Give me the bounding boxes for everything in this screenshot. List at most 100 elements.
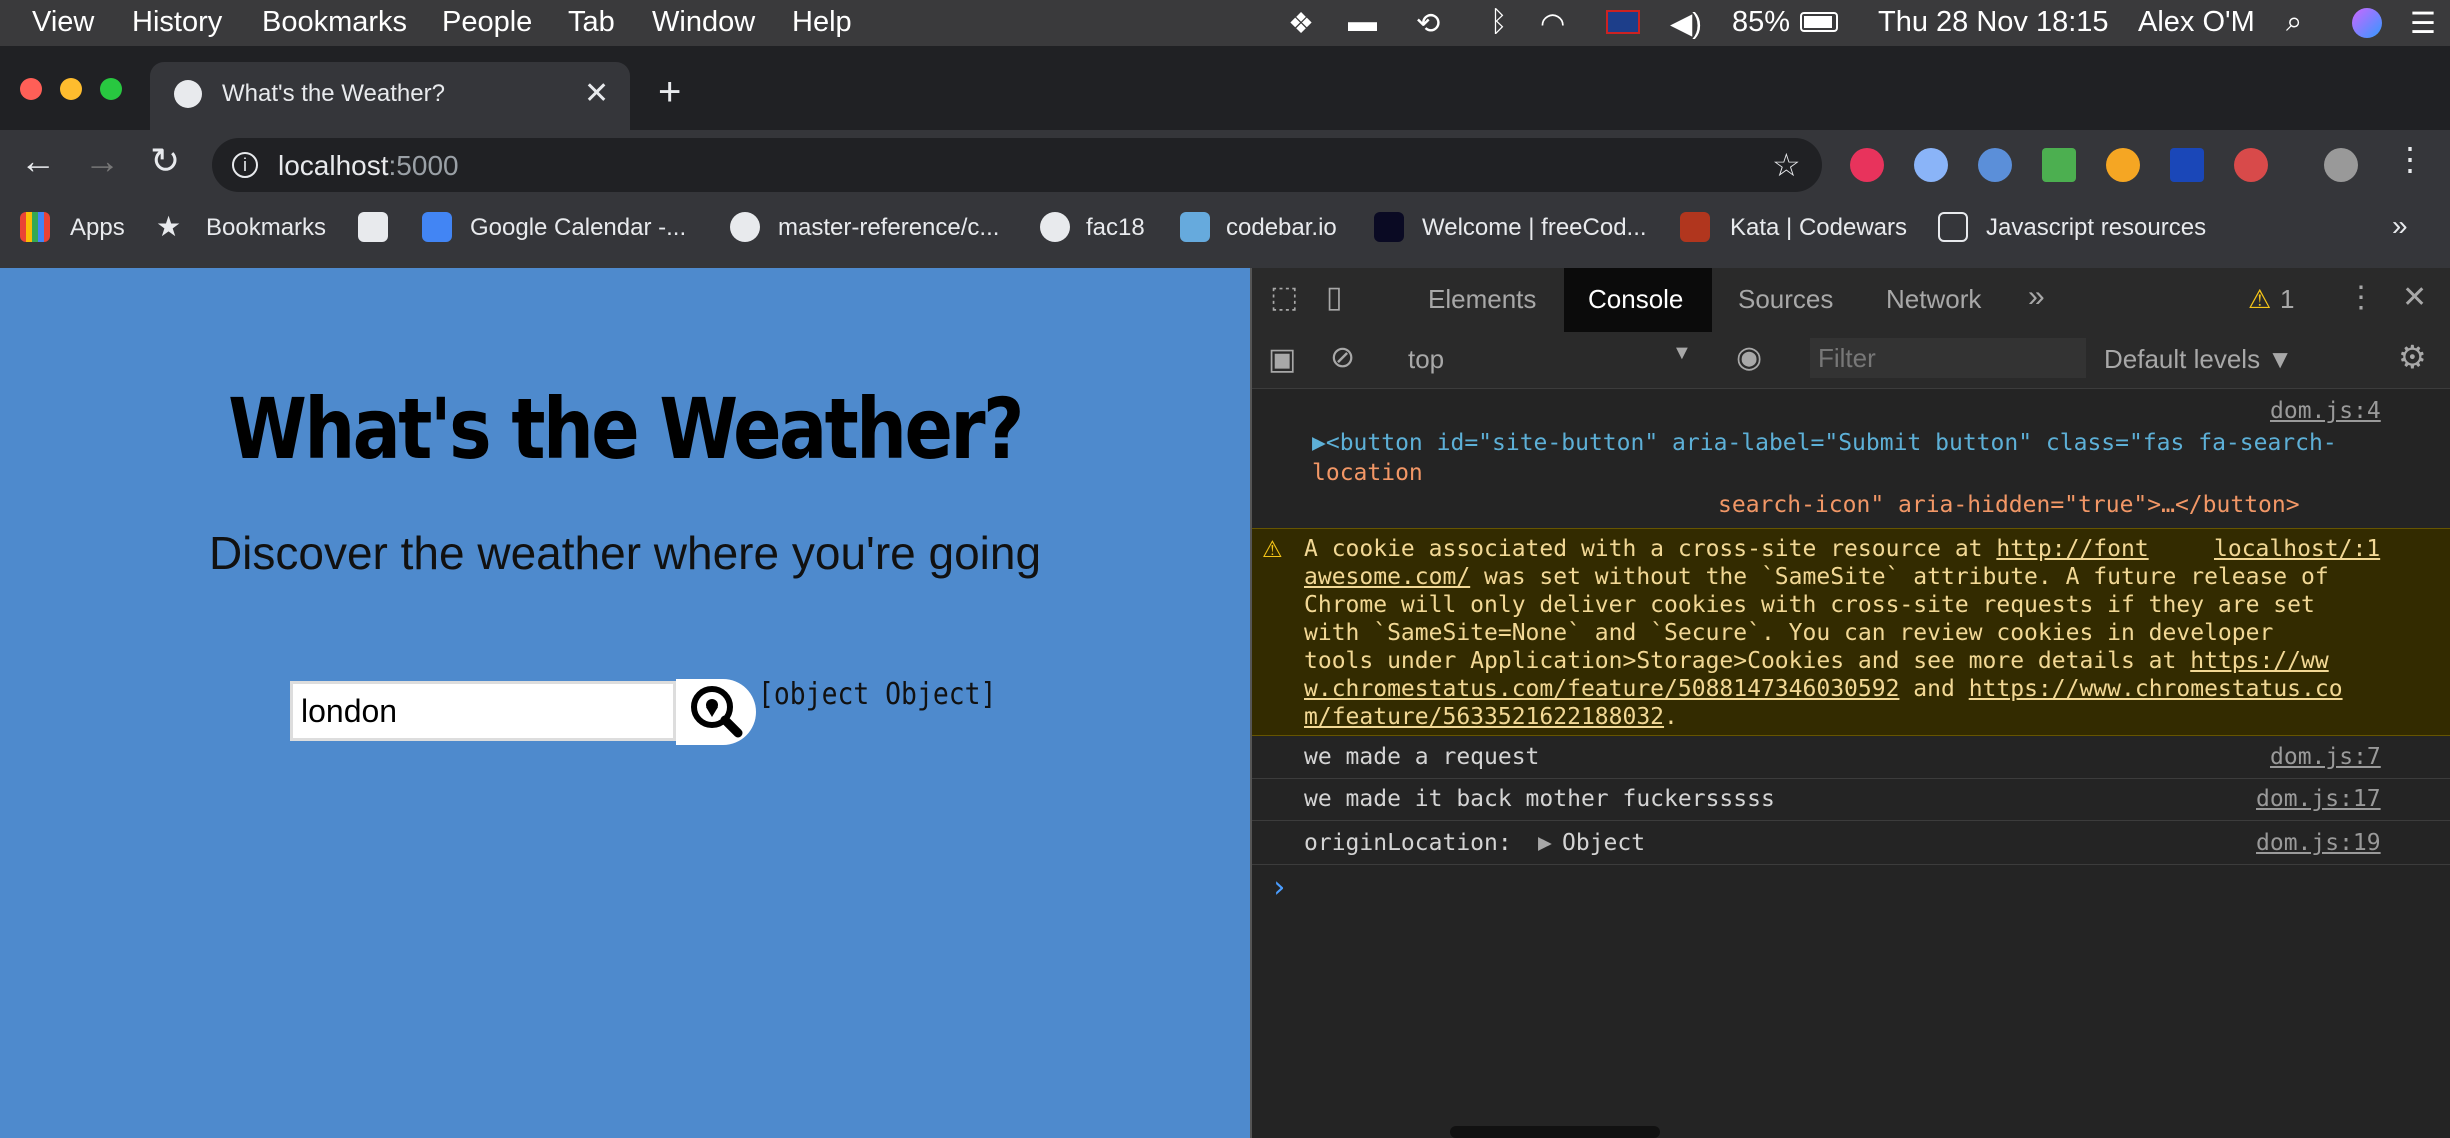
eye-icon[interactable]: ◉ — [1736, 340, 1762, 375]
bookmark-google-calendar[interactable]: Google Calendar -... — [470, 214, 686, 242]
tab-elements[interactable]: Elements — [1428, 284, 1536, 315]
github-icon — [730, 212, 760, 242]
bookmark-master-reference[interactable]: master-reference/c... — [778, 214, 999, 242]
console-filter-input[interactable]: Filter — [1810, 338, 2086, 378]
warning-text: was set without the `SameSite` attribute… — [1470, 564, 2329, 590]
user-name[interactable]: Alex O'M — [2138, 6, 2255, 39]
warning-icon[interactable]: ⚠ — [2248, 284, 2271, 315]
log-source-link[interactable]: dom.js:19 — [2256, 830, 2381, 856]
expand-triangle-icon[interactable]: ▶ — [1538, 830, 1552, 856]
globe-icon — [174, 80, 202, 108]
menu-help[interactable]: Help — [792, 6, 852, 39]
warning-link[interactable]: w.chromestatus.com/feature/5088147346030… — [1304, 676, 1899, 702]
spotlight-icon[interactable]: ⌕ — [2286, 6, 2302, 39]
menu-tab[interactable]: Tab — [568, 6, 615, 39]
battery-icon[interactable] — [1800, 12, 1838, 32]
page-title: What's the Weather? — [228, 380, 1024, 478]
extension-icon-1[interactable] — [1850, 148, 1884, 182]
gmail-icon[interactable] — [358, 212, 388, 242]
back-arrow-icon[interactable]: ← — [20, 140, 56, 182]
warning-line: Chrome will only deliver cookies with cr… — [1304, 592, 2315, 618]
menu-window[interactable]: Window — [652, 6, 755, 39]
console-prompt[interactable]: › — [1270, 870, 1288, 905]
element-log-line[interactable]: ▶<button id="site-button" aria-label="Su… — [1312, 430, 2337, 456]
log-source-link[interactable]: localhost/:1 — [2214, 536, 2380, 562]
tab-console[interactable]: Console — [1588, 284, 1683, 315]
log-object[interactable]: Object — [1562, 830, 1645, 856]
forward-arrow-icon[interactable]: → — [84, 140, 120, 182]
display-icon[interactable]: ▬ — [1348, 6, 1377, 39]
result-text: [object Object] — [758, 677, 997, 712]
bookmark-star-icon[interactable]: ☆ — [1772, 146, 1801, 184]
bookmark-codewars[interactable]: Kata | Codewars — [1730, 214, 1907, 242]
extension-icon-4[interactable] — [2042, 148, 2076, 182]
log-source-link[interactable]: dom.js:4 — [2270, 398, 2381, 424]
new-tab-button[interactable]: + — [658, 70, 681, 115]
extension-icon-6[interactable] — [2170, 148, 2204, 182]
clock[interactable]: Thu 28 Nov 18:15 — [1878, 6, 2109, 39]
minimize-window-button[interactable] — [60, 78, 82, 100]
more-tabs-icon[interactable]: » — [2028, 280, 2045, 314]
bookmark-javascript-resources[interactable]: Javascript resources — [1986, 214, 2206, 242]
notification-center-icon[interactable]: ☰ — [2410, 6, 2436, 41]
info-icon[interactable]: i — [232, 152, 258, 178]
bookmark-fac18[interactable]: fac18 — [1086, 214, 1145, 242]
sidebar-toggle-icon[interactable]: ▣ — [1268, 342, 1296, 377]
bookmark-apps[interactable]: Apps — [70, 214, 125, 242]
tab-network[interactable]: Network — [1886, 284, 1981, 315]
log-source-link[interactable]: dom.js:7 — [2270, 744, 2381, 770]
warning-link[interactable]: https://www.chromestatus.co — [1969, 676, 2343, 702]
warning-line: awesome.com/ was set without the `SameSi… — [1304, 564, 2329, 590]
time-machine-icon[interactable]: ⟲ — [1416, 6, 1440, 41]
chevron-more-icon[interactable]: » — [2392, 210, 2408, 242]
log-source-link[interactable]: dom.js:17 — [2256, 786, 2381, 812]
wifi-icon[interactable]: ◠ — [1540, 6, 1565, 41]
more-vert-icon[interactable]: ⋮ — [2394, 140, 2426, 178]
tab-sources[interactable]: Sources — [1738, 284, 1833, 315]
github-icon — [1040, 212, 1070, 242]
warning-link[interactable]: m/feature/5633521622188032 — [1304, 704, 1664, 730]
inspect-element-icon[interactable]: ⬚ — [1270, 280, 1298, 315]
scrollbar[interactable] — [1450, 1126, 1660, 1138]
volume-icon[interactable]: ◀) — [1670, 6, 1702, 41]
context-select[interactable]: top — [1408, 344, 1444, 375]
extension-icon-3[interactable] — [1978, 148, 2012, 182]
extension-icon-7[interactable] — [2234, 148, 2268, 182]
devtools-menu-icon[interactable]: ⋮ — [2346, 280, 2376, 315]
reload-icon[interactable]: ↻ — [150, 140, 180, 182]
warning-count[interactable]: 1 — [2280, 284, 2294, 315]
extension-icon-5[interactable] — [2106, 148, 2140, 182]
dropbox-icon[interactable]: ❖ — [1288, 6, 1314, 41]
menu-view[interactable]: View — [32, 6, 94, 39]
extension-icon-2[interactable] — [1914, 148, 1948, 182]
google-calendar-icon — [422, 212, 452, 242]
menu-history[interactable]: History — [132, 6, 222, 39]
bookmark-bookmarks[interactable]: Bookmarks — [206, 214, 326, 242]
bluetooth-icon[interactable]: ᛒ — [1490, 6, 1507, 39]
gear-icon[interactable]: ⚙ — [2398, 338, 2427, 376]
warning-link[interactable]: https://ww — [2190, 648, 2328, 674]
clear-console-icon[interactable]: ⊘ — [1330, 340, 1355, 375]
bookmark-codebar[interactable]: codebar.io — [1226, 214, 1337, 242]
zoom-window-button[interactable] — [100, 78, 122, 100]
warning-link[interactable]: http://font — [1996, 536, 2148, 562]
avatar[interactable] — [2324, 148, 2358, 182]
log-levels-select[interactable]: Default levels ▼ — [2104, 344, 2293, 375]
uk-flag-icon[interactable] — [1606, 10, 1640, 34]
search-input[interactable] — [290, 681, 676, 741]
warning-link[interactable]: awesome.com/ — [1304, 564, 1470, 590]
log-message: we made it back mother fuckersssss — [1304, 786, 1775, 812]
close-devtools-icon[interactable]: ✕ — [2402, 280, 2427, 315]
close-window-button[interactable] — [20, 78, 42, 100]
chevron-down-icon[interactable]: ▼ — [1672, 342, 1692, 365]
menu-bookmarks[interactable]: Bookmarks — [262, 6, 407, 39]
page-subtitle: Discover the weather where you're going — [208, 527, 1042, 579]
close-icon[interactable]: ✕ — [584, 76, 609, 111]
element-log-line: location — [1312, 460, 1423, 486]
search-button[interactable] — [676, 679, 756, 745]
bookmark-freecodecamp[interactable]: Welcome | freeCod... — [1422, 214, 1647, 242]
log-separator — [1252, 864, 2450, 865]
device-toolbar-icon[interactable]: ▯ — [1326, 280, 1343, 315]
menu-people[interactable]: People — [442, 6, 532, 39]
siri-icon[interactable] — [2352, 8, 2382, 38]
